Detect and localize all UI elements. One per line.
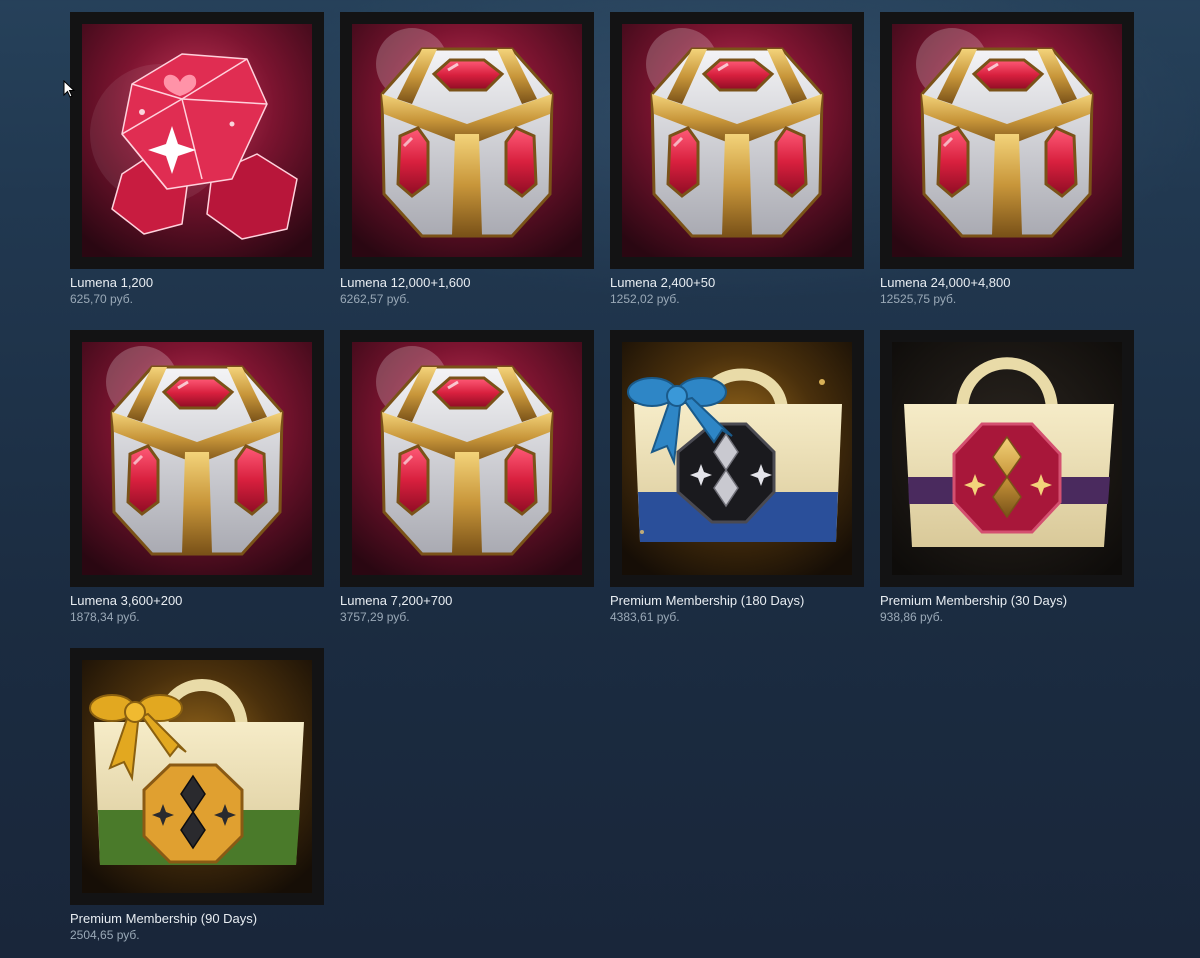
- store-item-lumena-24000[interactable]: Lumena 24,000+4,800 12525,75 руб.: [880, 12, 1134, 330]
- item-frame[interactable]: [70, 12, 324, 269]
- store-item-premium-90[interactable]: Premium Membership (90 Days) 2504,65 руб…: [70, 648, 324, 958]
- gem-chest-icon: [82, 342, 312, 575]
- item-title[interactable]: Premium Membership (90 Days): [70, 910, 324, 927]
- item-title[interactable]: Lumena 7,200+700: [340, 592, 594, 609]
- item-title[interactable]: Lumena 24,000+4,800: [880, 274, 1134, 291]
- item-price: 12525,75 руб.: [880, 292, 957, 306]
- item-price: 2504,65 руб.: [70, 928, 140, 942]
- mouse-cursor-icon: [63, 80, 75, 98]
- item-title[interactable]: Lumena 1,200: [70, 274, 324, 291]
- store-item-lumena-2400[interactable]: Lumena 2,400+50 1252,02 руб.: [610, 12, 864, 330]
- item-price: 3757,29 руб.: [340, 610, 410, 624]
- store-item-premium-30[interactable]: Premium Membership (30 Days) 938,86 руб.: [880, 330, 1134, 648]
- item-title[interactable]: Lumena 2,400+50: [610, 274, 864, 291]
- item-frame[interactable]: [610, 12, 864, 269]
- item-title[interactable]: Premium Membership (180 Days): [610, 592, 864, 609]
- bag-crimson-icon: [892, 342, 1122, 575]
- gem-chest-icon: [352, 342, 582, 575]
- gems-pile-icon: [82, 24, 312, 257]
- item-title[interactable]: Lumena 3,600+200: [70, 592, 324, 609]
- gift-bag-gold-icon: [82, 660, 312, 893]
- item-frame[interactable]: [70, 648, 324, 905]
- item-price: 625,70 руб.: [70, 292, 133, 306]
- store-item-lumena-1200[interactable]: Lumena 1,200 625,70 руб.: [70, 12, 324, 330]
- store-item-lumena-12000[interactable]: Lumena 12,000+1,600 6262,57 руб.: [340, 12, 594, 330]
- gem-chest-icon: [352, 24, 582, 257]
- gem-chest-icon: [892, 24, 1122, 257]
- item-price: 4383,61 руб.: [610, 610, 680, 624]
- item-price: 938,86 руб.: [880, 610, 943, 624]
- store-item-lumena-7200[interactable]: Lumena 7,200+700 3757,29 руб.: [340, 330, 594, 648]
- item-frame[interactable]: [880, 330, 1134, 587]
- store-item-lumena-3600[interactable]: Lumena 3,600+200 1878,34 руб.: [70, 330, 324, 648]
- gem-chest-icon: [622, 24, 852, 257]
- store-item-premium-180[interactable]: Premium Membership (180 Days) 4383,61 ру…: [610, 330, 864, 648]
- item-title[interactable]: Premium Membership (30 Days): [880, 592, 1134, 609]
- item-frame[interactable]: [610, 330, 864, 587]
- item-title[interactable]: Lumena 12,000+1,600: [340, 274, 594, 291]
- store-item-grid: Lumena 1,200 625,70 руб. Lumena 12,000+1…: [70, 12, 1134, 958]
- item-price: 1878,34 руб.: [70, 610, 140, 624]
- item-frame[interactable]: [880, 12, 1134, 269]
- gift-bag-blue-icon: [622, 342, 852, 575]
- item-price: 6262,57 руб.: [340, 292, 410, 306]
- item-frame[interactable]: [70, 330, 324, 587]
- item-frame[interactable]: [340, 12, 594, 269]
- item-price: 1252,02 руб.: [610, 292, 680, 306]
- item-frame[interactable]: [340, 330, 594, 587]
